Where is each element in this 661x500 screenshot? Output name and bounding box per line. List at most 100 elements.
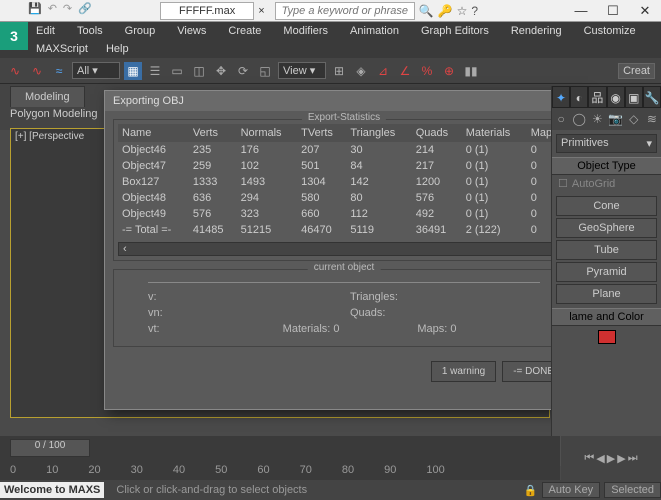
- menu-modifiers[interactable]: Modifiers: [283, 25, 328, 37]
- play-icon[interactable]: ▶: [607, 452, 615, 465]
- help-icon[interactable]: ?: [471, 4, 478, 18]
- table-row[interactable]: -= Total =-4148551215464705119364912 (12…: [118, 222, 570, 238]
- object-type-rollout[interactable]: Object Type: [552, 157, 661, 175]
- pivot-icon[interactable]: ⊞: [330, 62, 348, 80]
- primitive-button[interactable]: Cone: [556, 196, 657, 216]
- spinner-snap-icon[interactable]: ⊕: [440, 62, 458, 80]
- col-header[interactable]: Quads: [412, 124, 462, 142]
- ref-coord[interactable]: View ▾: [278, 62, 326, 79]
- angle-snap-icon[interactable]: ∠: [396, 62, 414, 80]
- geometry-icon[interactable]: ○: [552, 108, 570, 130]
- col-header[interactable]: Name: [118, 124, 189, 142]
- hierarchy-tab[interactable]: 品: [588, 86, 606, 108]
- select-icon[interactable]: ▦: [124, 62, 142, 80]
- color-swatch[interactable]: [598, 330, 616, 344]
- search-icon[interactable]: 🔍: [419, 4, 434, 18]
- region-icon[interactable]: ▭: [168, 62, 186, 80]
- next-frame-icon[interactable]: ▶: [617, 452, 625, 465]
- col-header[interactable]: Triangles: [346, 124, 411, 142]
- create-tab[interactable]: ✦: [552, 86, 570, 108]
- close-tab-icon[interactable]: ×: [254, 5, 268, 17]
- helpers-icon[interactable]: ◇: [625, 108, 643, 130]
- menu-animation[interactable]: Animation: [350, 25, 399, 37]
- save-icon[interactable]: 💾: [28, 2, 42, 15]
- move-icon[interactable]: ✥: [212, 62, 230, 80]
- menu-tools[interactable]: Tools: [77, 25, 103, 37]
- col-header[interactable]: Verts: [189, 124, 237, 142]
- create-button[interactable]: Creat: [618, 63, 655, 79]
- table-row[interactable]: Box12713331493130414212000 (1)0: [118, 174, 570, 190]
- undo-icon[interactable]: ↶: [48, 2, 57, 15]
- scale-icon[interactable]: ◱: [256, 62, 274, 80]
- autogrid-checkbox[interactable]: ☐AutoGrid: [552, 175, 661, 192]
- window-icon[interactable]: ◫: [190, 62, 208, 80]
- primitive-button[interactable]: Tube: [556, 240, 657, 260]
- unlink-icon[interactable]: ∿: [28, 62, 46, 80]
- maximize-button[interactable]: ☐: [597, 0, 629, 22]
- star-icon[interactable]: ☆: [457, 4, 468, 18]
- modify-tab[interactable]: ◐: [570, 86, 588, 108]
- menu-group[interactable]: Group: [125, 25, 156, 37]
- link-icon[interactable]: ∿: [6, 62, 24, 80]
- horizontal-scrollbar[interactable]: ‹›: [118, 242, 570, 256]
- viewport-label[interactable]: [+] [Perspective: [15, 131, 84, 142]
- mirror-icon[interactable]: ▮▮: [462, 62, 480, 80]
- table-row[interactable]: Object47259102501842170 (1)0: [118, 158, 570, 174]
- rotate-icon[interactable]: ⟳: [234, 62, 252, 80]
- table-row[interactable]: Object48636294580805760 (1)0: [118, 190, 570, 206]
- table-row[interactable]: Object46235176207302140 (1)0: [118, 142, 570, 158]
- warning-button[interactable]: 1 warning: [431, 361, 496, 382]
- display-tab[interactable]: ▣: [625, 86, 643, 108]
- manip-icon[interactable]: ◈: [352, 62, 370, 80]
- menu-help[interactable]: Help: [106, 43, 129, 55]
- primitive-button[interactable]: Plane: [556, 284, 657, 304]
- menu-edit[interactable]: Edit: [36, 25, 55, 37]
- space-warps-icon[interactable]: ≋: [643, 108, 661, 130]
- autokey-button[interactable]: Auto Key: [542, 482, 601, 498]
- time-handle[interactable]: 0 / 100: [10, 439, 90, 457]
- utilities-tab[interactable]: 🔧: [643, 86, 661, 108]
- col-header[interactable]: TVerts: [297, 124, 346, 142]
- menu-views[interactable]: Views: [177, 25, 206, 37]
- key-icon[interactable]: 🔑: [438, 4, 453, 18]
- shapes-icon[interactable]: ◯: [570, 108, 588, 130]
- time-slider[interactable]: 0 / 100: [0, 436, 560, 460]
- primitive-button[interactable]: Pyramid: [556, 262, 657, 282]
- lights-icon[interactable]: ☀: [588, 108, 606, 130]
- goto-start-icon[interactable]: ⏮: [584, 452, 594, 465]
- goto-end-icon[interactable]: ⏭: [628, 452, 638, 465]
- select-name-icon[interactable]: ☰: [146, 62, 164, 80]
- menu-rendering[interactable]: Rendering: [511, 25, 562, 37]
- redo-icon[interactable]: ↷: [63, 2, 72, 15]
- percent-snap-icon[interactable]: %: [418, 62, 436, 80]
- menu-customize[interactable]: Customize: [584, 25, 636, 37]
- ribbon-panel-polygon[interactable]: Polygon Modeling: [10, 108, 97, 120]
- motion-tab[interactable]: ◉: [607, 86, 625, 108]
- snap-icon[interactable]: ⊿: [374, 62, 392, 80]
- current-label: current object: [308, 262, 381, 273]
- menu-graph[interactable]: Graph Editors: [421, 25, 489, 37]
- ribbon-tab-modeling[interactable]: Modeling: [10, 86, 85, 107]
- app-logo[interactable]: 3: [0, 22, 28, 50]
- close-button[interactable]: ✕: [629, 0, 661, 22]
- selection-filter[interactable]: All ▾: [72, 62, 120, 79]
- file-tab[interactable]: FFFFF.max: [160, 2, 254, 20]
- table-row[interactable]: Object495763236601124920 (1)0: [118, 206, 570, 222]
- lock-icon[interactable]: 🔒: [524, 484, 538, 497]
- dialog-titlebar[interactable]: Exporting OBJ ×: [105, 91, 583, 111]
- cameras-icon[interactable]: 📷: [607, 108, 625, 130]
- prev-frame-icon[interactable]: ◀: [596, 452, 604, 465]
- primitive-button[interactable]: GeoSphere: [556, 218, 657, 238]
- minimize-button[interactable]: —: [565, 0, 597, 22]
- col-header[interactable]: Normals: [237, 124, 298, 142]
- selected-dropdown[interactable]: Selected: [604, 482, 661, 498]
- link-icon[interactable]: 🔗: [78, 2, 92, 15]
- timeline-ruler[interactable]: 0102030405060708090100: [0, 460, 560, 480]
- search-input[interactable]: [275, 2, 415, 20]
- menu-create[interactable]: Create: [228, 25, 261, 37]
- bind-icon[interactable]: ≈: [50, 62, 68, 80]
- primitives-dropdown[interactable]: Primitives▾: [556, 134, 657, 153]
- name-color-rollout[interactable]: lame and Color: [552, 308, 661, 326]
- menu-maxscript[interactable]: MAXScript: [36, 43, 88, 55]
- col-header[interactable]: Materials: [462, 124, 527, 142]
